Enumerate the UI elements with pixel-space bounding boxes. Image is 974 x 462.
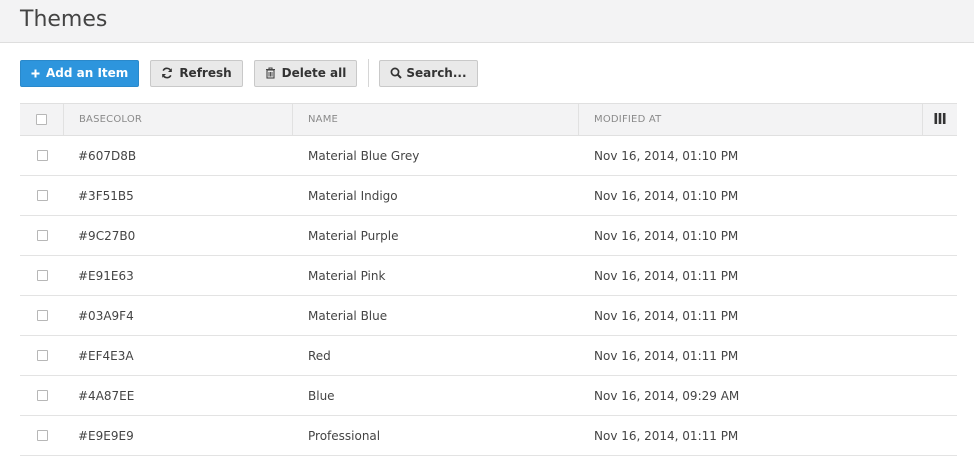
search-icon [390, 67, 403, 79]
row-checkbox[interactable] [36, 390, 48, 401]
basecolor-cell: #EF4E3A [78, 348, 134, 363]
columns-icon [934, 112, 946, 127]
name-cell: Material Blue [308, 308, 388, 323]
modified-cell: Nov 16, 2014, 01:10 PM [594, 188, 739, 203]
refresh-icon [161, 67, 173, 79]
basecolor-cell: #3F51B5 [78, 188, 134, 203]
table-row[interactable]: #E9E9E9 Professional Nov 16, 2014, 01:11… [20, 416, 957, 456]
basecolor-cell: #E9E9E9 [78, 428, 134, 443]
name-cell: Material Blue Grey [308, 148, 420, 163]
refresh-button[interactable]: Refresh [150, 59, 243, 87]
table-header: BASECOLOR NAME MODIFIED AT [20, 103, 957, 136]
row-checkbox[interactable] [36, 150, 48, 161]
search-label: Search... [406, 66, 467, 80]
row-checkbox[interactable] [36, 270, 48, 281]
row-checkbox[interactable] [36, 430, 48, 441]
basecolor-cell: #9C27B0 [78, 228, 136, 243]
basecolor-cell: #E91E63 [78, 268, 134, 283]
toolbar-divider [368, 59, 370, 87]
modified-cell: Nov 16, 2014, 01:10 PM [594, 228, 739, 243]
modified-cell: Nov 16, 2014, 01:11 PM [594, 308, 739, 323]
page-title: Themes [20, 7, 108, 32]
column-chooser-button[interactable] [923, 104, 957, 135]
add-item-label: Add an Item [46, 66, 129, 80]
delete-all-label: Delete all [281, 66, 347, 80]
basecolor-cell: #03A9F4 [78, 308, 134, 323]
modified-cell: Nov 16, 2014, 01:10 PM [594, 148, 739, 163]
column-header-name[interactable]: NAME [293, 104, 579, 135]
plus-icon [31, 69, 40, 78]
name-cell: Material Indigo [308, 188, 398, 203]
table-row[interactable]: #9C27B0 Material Purple Nov 16, 2014, 01… [20, 216, 957, 256]
search-button[interactable]: Search... [379, 59, 478, 87]
page-header: Themes [0, 0, 974, 43]
select-all-cell [20, 104, 64, 135]
select-all-checkbox[interactable] [36, 114, 47, 125]
refresh-label: Refresh [179, 66, 232, 80]
row-checkbox[interactable] [36, 190, 48, 201]
modified-cell: Nov 16, 2014, 01:11 PM [594, 348, 739, 363]
toolbar: Add an Item Refresh Delete all Search... [20, 59, 489, 87]
delete-all-button[interactable]: Delete all [253, 59, 358, 87]
column-header-modified-at[interactable]: MODIFIED AT [579, 104, 923, 135]
name-cell: Red [308, 348, 331, 363]
modified-cell: Nov 16, 2014, 01:11 PM [594, 268, 739, 283]
row-checkbox[interactable] [36, 230, 48, 241]
name-cell: Professional [308, 428, 381, 443]
row-checkbox[interactable] [36, 350, 48, 361]
table-row[interactable]: #E91E63 Material Pink Nov 16, 2014, 01:1… [20, 256, 957, 296]
table-row[interactable]: #4A87EE Blue Nov 16, 2014, 09:29 AM [20, 376, 957, 416]
modified-cell: Nov 16, 2014, 09:29 AM [594, 388, 740, 403]
row-checkbox[interactable] [36, 310, 48, 321]
name-cell: Blue [308, 388, 335, 403]
column-header-basecolor[interactable]: BASECOLOR [64, 104, 293, 135]
name-cell: Material Pink [308, 268, 386, 283]
add-item-button[interactable]: Add an Item [20, 59, 140, 87]
table-row[interactable]: #3F51B5 Material Indigo Nov 16, 2014, 01… [20, 176, 957, 216]
basecolor-cell: #607D8B [78, 148, 137, 163]
table-row[interactable]: #EF4E3A Red Nov 16, 2014, 01:11 PM [20, 336, 957, 376]
name-cell: Material Purple [308, 228, 399, 243]
themes-table: BASECOLOR NAME MODIFIED AT #607D8B Mater… [20, 103, 957, 456]
table-row[interactable]: #03A9F4 Material Blue Nov 16, 2014, 01:1… [20, 296, 957, 336]
basecolor-cell: #4A87EE [78, 388, 135, 403]
trash-icon [265, 67, 276, 79]
modified-cell: Nov 16, 2014, 01:11 PM [594, 428, 739, 443]
table-row[interactable]: #607D8B Material Blue Grey Nov 16, 2014,… [20, 136, 957, 176]
